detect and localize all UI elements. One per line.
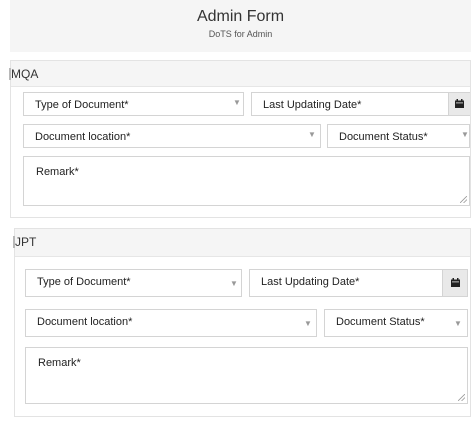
- section-title: JPT: [15, 235, 37, 249]
- page-subtitle: DoTS for Admin: [208, 29, 273, 39]
- chevron-down-icon: ▼: [454, 319, 462, 328]
- resize-grip-icon[interactable]: [460, 196, 467, 203]
- document-status-label: Document Status*: [339, 131, 428, 143]
- form-header: Admin Form DoTS for Admin: [10, 0, 471, 52]
- document-status-label: Document Status*: [336, 316, 425, 328]
- chevron-down-icon: ▼: [230, 279, 238, 288]
- document-location-label: Document location*: [37, 316, 133, 328]
- section-jpt-header: JPT: [13, 229, 470, 257]
- document-location-label: Document location*: [35, 131, 131, 143]
- last-updating-date-field[interactable]: Last Updating Date*: [251, 92, 470, 116]
- section-title: MQA: [11, 67, 39, 81]
- remark-label: Remark*: [36, 166, 79, 178]
- last-updating-date-field[interactable]: Last Updating Date*: [249, 269, 468, 297]
- section-jpt: JPT Type of Document* ▼ Last Updating Da…: [13, 228, 471, 417]
- document-location-select[interactable]: Document location* ▼: [23, 124, 321, 148]
- document-status-select[interactable]: Document Status* ▼: [327, 124, 470, 148]
- last-updating-date-label: Last Updating Date*: [261, 276, 360, 288]
- document-status-select[interactable]: Document Status* ▼: [324, 309, 468, 337]
- calendar-icon[interactable]: [448, 93, 470, 115]
- type-of-document-label: Type of Document*: [35, 99, 129, 111]
- chevron-down-icon: ▼: [461, 130, 469, 139]
- resize-grip-icon[interactable]: [458, 394, 465, 401]
- calendar-icon[interactable]: [442, 270, 467, 296]
- remark-textarea[interactable]: Remark*: [25, 347, 468, 404]
- type-of-document-select[interactable]: Type of Document* ▼: [25, 269, 242, 297]
- section-mqa: MQA Type of Document* ▼ Last Updating Da…: [9, 60, 471, 218]
- section-mqa-header: MQA: [9, 61, 470, 87]
- type-of-document-select[interactable]: Type of Document* ▼: [23, 92, 244, 116]
- document-location-select[interactable]: Document location* ▼: [25, 309, 317, 337]
- page-title: Admin Form: [196, 8, 285, 25]
- chevron-down-icon: ▼: [304, 319, 312, 328]
- type-of-document-label: Type of Document*: [37, 276, 131, 288]
- last-updating-date-label: Last Updating Date*: [263, 99, 362, 111]
- chevron-down-icon: ▼: [233, 98, 241, 107]
- chevron-down-icon: ▼: [308, 130, 316, 139]
- remark-label: Remark*: [38, 357, 81, 369]
- remark-textarea[interactable]: Remark*: [23, 156, 470, 206]
